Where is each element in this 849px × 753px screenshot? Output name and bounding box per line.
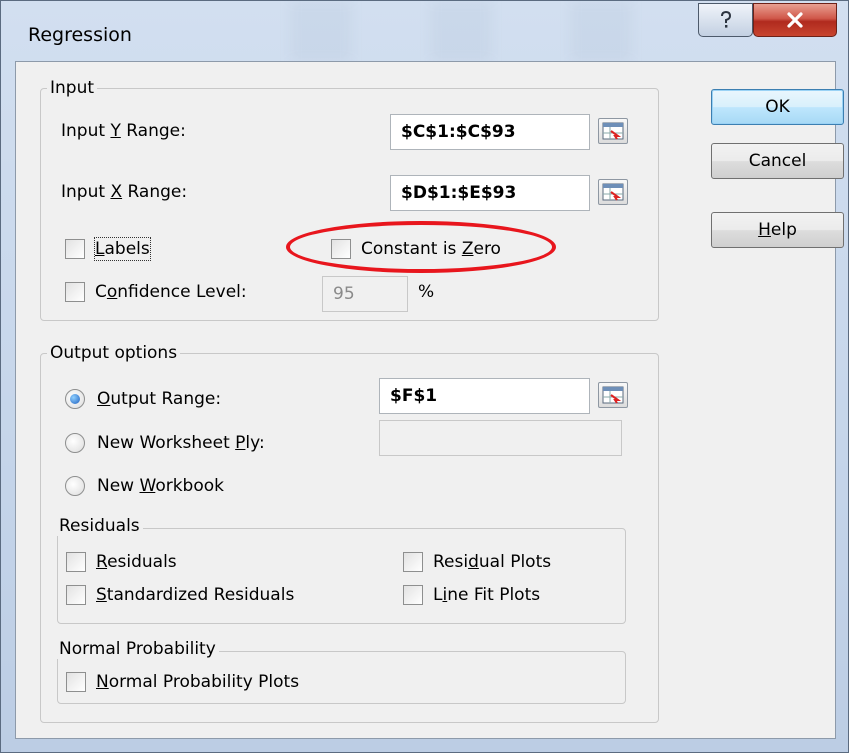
confidence-level-label[interactable]: Confidence Level:: [95, 281, 247, 303]
help-button[interactable]: Help: [711, 212, 844, 248]
input-x-range-label: Input X Range:: [61, 182, 188, 202]
range-selector-icon: [602, 122, 624, 140]
input-y-range-label: Input Y Range:: [61, 121, 186, 141]
standardized-residuals-label[interactable]: Standardized Residuals: [96, 584, 294, 606]
help-title-button[interactable]: [698, 3, 753, 37]
normal-probability-plots-checkbox[interactable]: [66, 672, 86, 692]
background-blur: [571, 1, 631, 61]
output-options-group: Output options Output Range: $F$1 New Wo…: [40, 343, 659, 723]
ok-button[interactable]: OK: [711, 89, 844, 125]
background-blur: [431, 1, 491, 61]
labels-checkbox-label[interactable]: Labels: [94, 237, 151, 261]
labels-checkbox[interactable]: [65, 239, 85, 259]
new-worksheet-label[interactable]: New Worksheet Ply:: [97, 432, 265, 454]
dialog-client-area: Input Input Y Range: $C$1:$C$93 Input X …: [15, 61, 844, 739]
confidence-level-field[interactable]: 95: [322, 276, 408, 312]
residuals-label[interactable]: Residuals: [96, 551, 177, 573]
red-annotation-oval: [286, 221, 556, 273]
standardized-residuals-checkbox[interactable]: [66, 585, 86, 605]
residual-plots-label[interactable]: Residual Plots: [433, 551, 551, 573]
normal-probability-plots-label[interactable]: Normal Probability Plots: [96, 671, 299, 693]
range-selector-icon: [602, 183, 624, 201]
output-options-legend: Output options: [47, 343, 181, 363]
residuals-group: Residuals Residuals Standardized Residua…: [56, 516, 626, 624]
normal-probability-group: Normal Probability Normal Probability Pl…: [56, 639, 626, 704]
residuals-checkbox[interactable]: [66, 552, 86, 572]
output-range-field[interactable]: $F$1: [379, 378, 590, 414]
close-button[interactable]: [753, 3, 837, 37]
background-blur: [291, 1, 351, 61]
input-y-range-field[interactable]: $C$1:$C$93: [390, 114, 590, 150]
new-worksheet-radio[interactable]: [65, 433, 85, 453]
output-range-radio[interactable]: [65, 389, 85, 409]
output-range-picker[interactable]: [598, 382, 628, 408]
question-mark-icon: [720, 10, 731, 28]
new-workbook-label[interactable]: New Workbook: [97, 475, 224, 497]
input-group: Input Input Y Range: $C$1:$C$93 Input X …: [40, 78, 659, 321]
new-worksheet-field[interactable]: [379, 420, 622, 456]
confidence-percent-sign: %: [418, 282, 435, 302]
window-title: Regression: [28, 24, 132, 46]
residuals-legend: Residuals: [56, 516, 143, 536]
output-range-label[interactable]: Output Range:: [97, 388, 221, 410]
dialog-window: Regression Input Input Y Range: $C$1:$C$…: [0, 0, 849, 753]
input-group-legend: Input: [47, 78, 98, 98]
new-workbook-radio[interactable]: [65, 476, 85, 496]
input-y-range-picker[interactable]: [598, 118, 628, 144]
residual-plots-checkbox[interactable]: [403, 552, 423, 572]
close-x-icon: [787, 12, 803, 28]
line-fit-plots-label[interactable]: Line Fit Plots: [433, 584, 540, 606]
range-selector-icon: [602, 386, 624, 404]
confidence-level-checkbox[interactable]: [65, 282, 85, 302]
input-x-range-field[interactable]: $D$1:$E$93: [390, 175, 590, 211]
normal-probability-legend: Normal Probability: [56, 639, 219, 659]
line-fit-plots-checkbox[interactable]: [403, 585, 423, 605]
cancel-button[interactable]: Cancel: [711, 143, 844, 179]
input-x-range-picker[interactable]: [598, 179, 628, 205]
